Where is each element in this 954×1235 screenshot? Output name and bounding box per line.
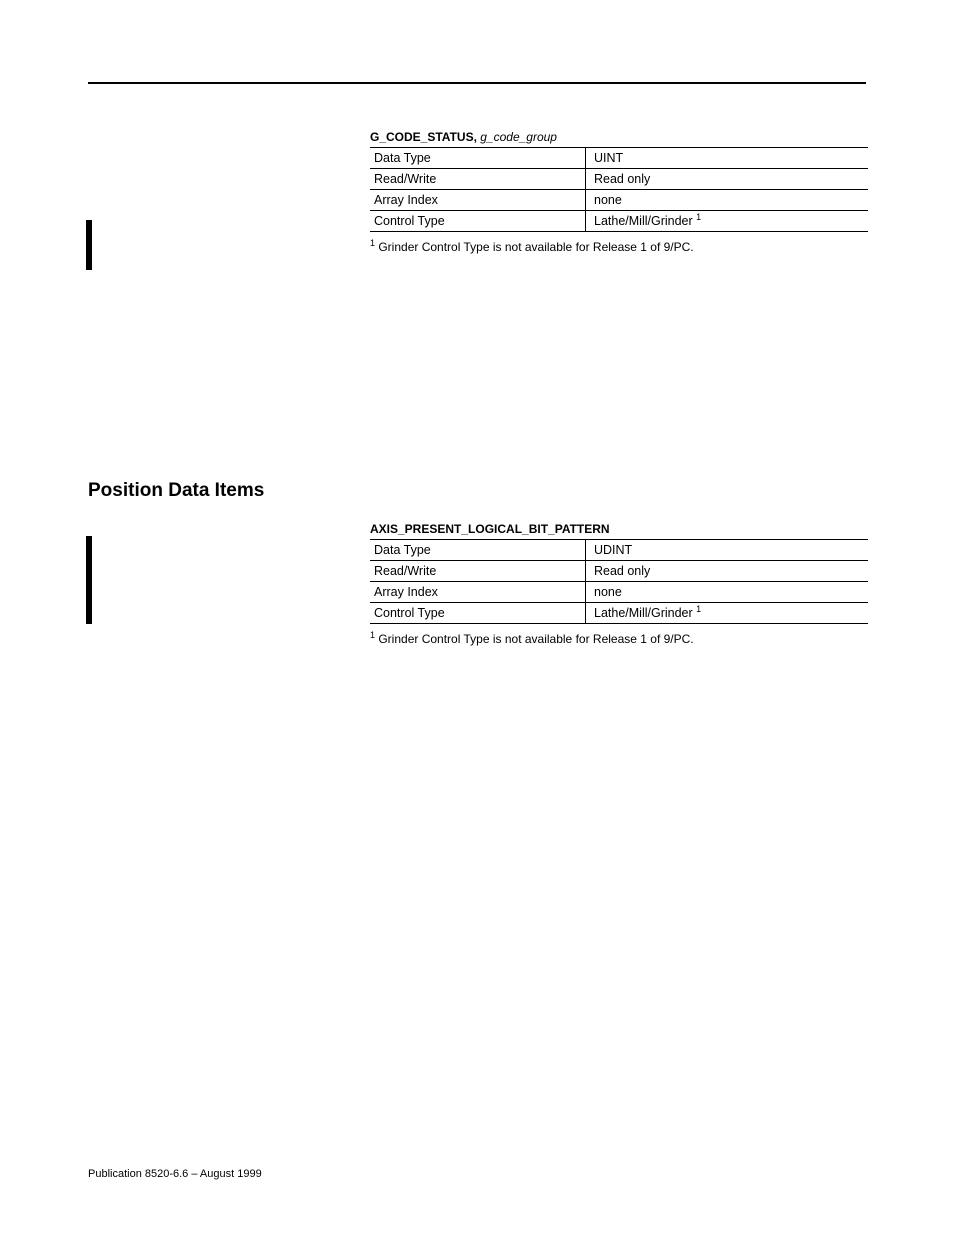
page: G_CODE_STATUS, g_code_group Data Type UI… xyxy=(0,0,954,1235)
table1-title: G_CODE_STATUS, g_code_group xyxy=(370,130,868,148)
table1: Data Type UINT Read/Write Read only Arra… xyxy=(370,148,868,232)
table-g-code-status: G_CODE_STATUS, g_code_group Data Type UI… xyxy=(370,130,868,254)
cell-label: Data Type xyxy=(370,540,586,561)
table2-title: AXIS_PRESENT_LOGICAL_BIT_PATTERN xyxy=(370,522,868,540)
cell-value: none xyxy=(586,582,869,603)
section-heading: Position Data Items xyxy=(88,480,264,502)
table1-footnote: 1 Grinder Control Type is not available … xyxy=(370,240,868,254)
publication-line: Publication 8520-6.6 – August 1999 xyxy=(88,1168,262,1180)
cell-label: Array Index xyxy=(370,190,586,211)
cell-value-text: Lathe/Mill/Grinder xyxy=(594,214,693,228)
cell-value-text: Lathe/Mill/Grinder xyxy=(594,606,693,620)
cell-value: Lathe/Mill/Grinder 1 xyxy=(586,603,869,624)
cell-value: Read only xyxy=(586,169,869,190)
cell-value: Read only xyxy=(586,561,869,582)
table2-footnote: 1 Grinder Control Type is not available … xyxy=(370,632,868,646)
table-row: Control Type Lathe/Mill/Grinder 1 xyxy=(370,603,868,624)
change-bar-1 xyxy=(86,220,92,270)
footnote-text: Grinder Control Type is not available fo… xyxy=(375,632,694,646)
table-row: Control Type Lathe/Mill/Grinder 1 xyxy=(370,211,868,232)
table-row: Array Index none xyxy=(370,582,868,603)
cell-label: Control Type xyxy=(370,603,586,624)
table1-title-prefix: G_CODE_STATUS, xyxy=(370,130,477,144)
table1-title-param: g_code_group xyxy=(480,130,557,144)
footnote-ref: 1 xyxy=(696,604,701,614)
cell-value: UDINT xyxy=(586,540,869,561)
table2-title-text: AXIS_PRESENT_LOGICAL_BIT_PATTERN xyxy=(370,522,610,536)
footnote-text: Grinder Control Type is not available fo… xyxy=(375,240,694,254)
header-rule xyxy=(88,82,866,84)
table-row: Data Type UINT xyxy=(370,148,868,169)
table-row: Array Index none xyxy=(370,190,868,211)
cell-value: UINT xyxy=(586,148,869,169)
cell-value: Lathe/Mill/Grinder 1 xyxy=(586,211,869,232)
cell-label: Control Type xyxy=(370,211,586,232)
cell-value: none xyxy=(586,190,869,211)
footnote-ref: 1 xyxy=(696,212,701,222)
table-row: Data Type UDINT xyxy=(370,540,868,561)
table-row: Read/Write Read only xyxy=(370,169,868,190)
cell-label: Read/Write xyxy=(370,561,586,582)
change-bar-2 xyxy=(86,536,92,624)
table2: Data Type UDINT Read/Write Read only Arr… xyxy=(370,540,868,624)
table-row: Read/Write Read only xyxy=(370,561,868,582)
cell-label: Array Index xyxy=(370,582,586,603)
cell-label: Data Type xyxy=(370,148,586,169)
table-axis-present: AXIS_PRESENT_LOGICAL_BIT_PATTERN Data Ty… xyxy=(370,522,868,646)
cell-label: Read/Write xyxy=(370,169,586,190)
